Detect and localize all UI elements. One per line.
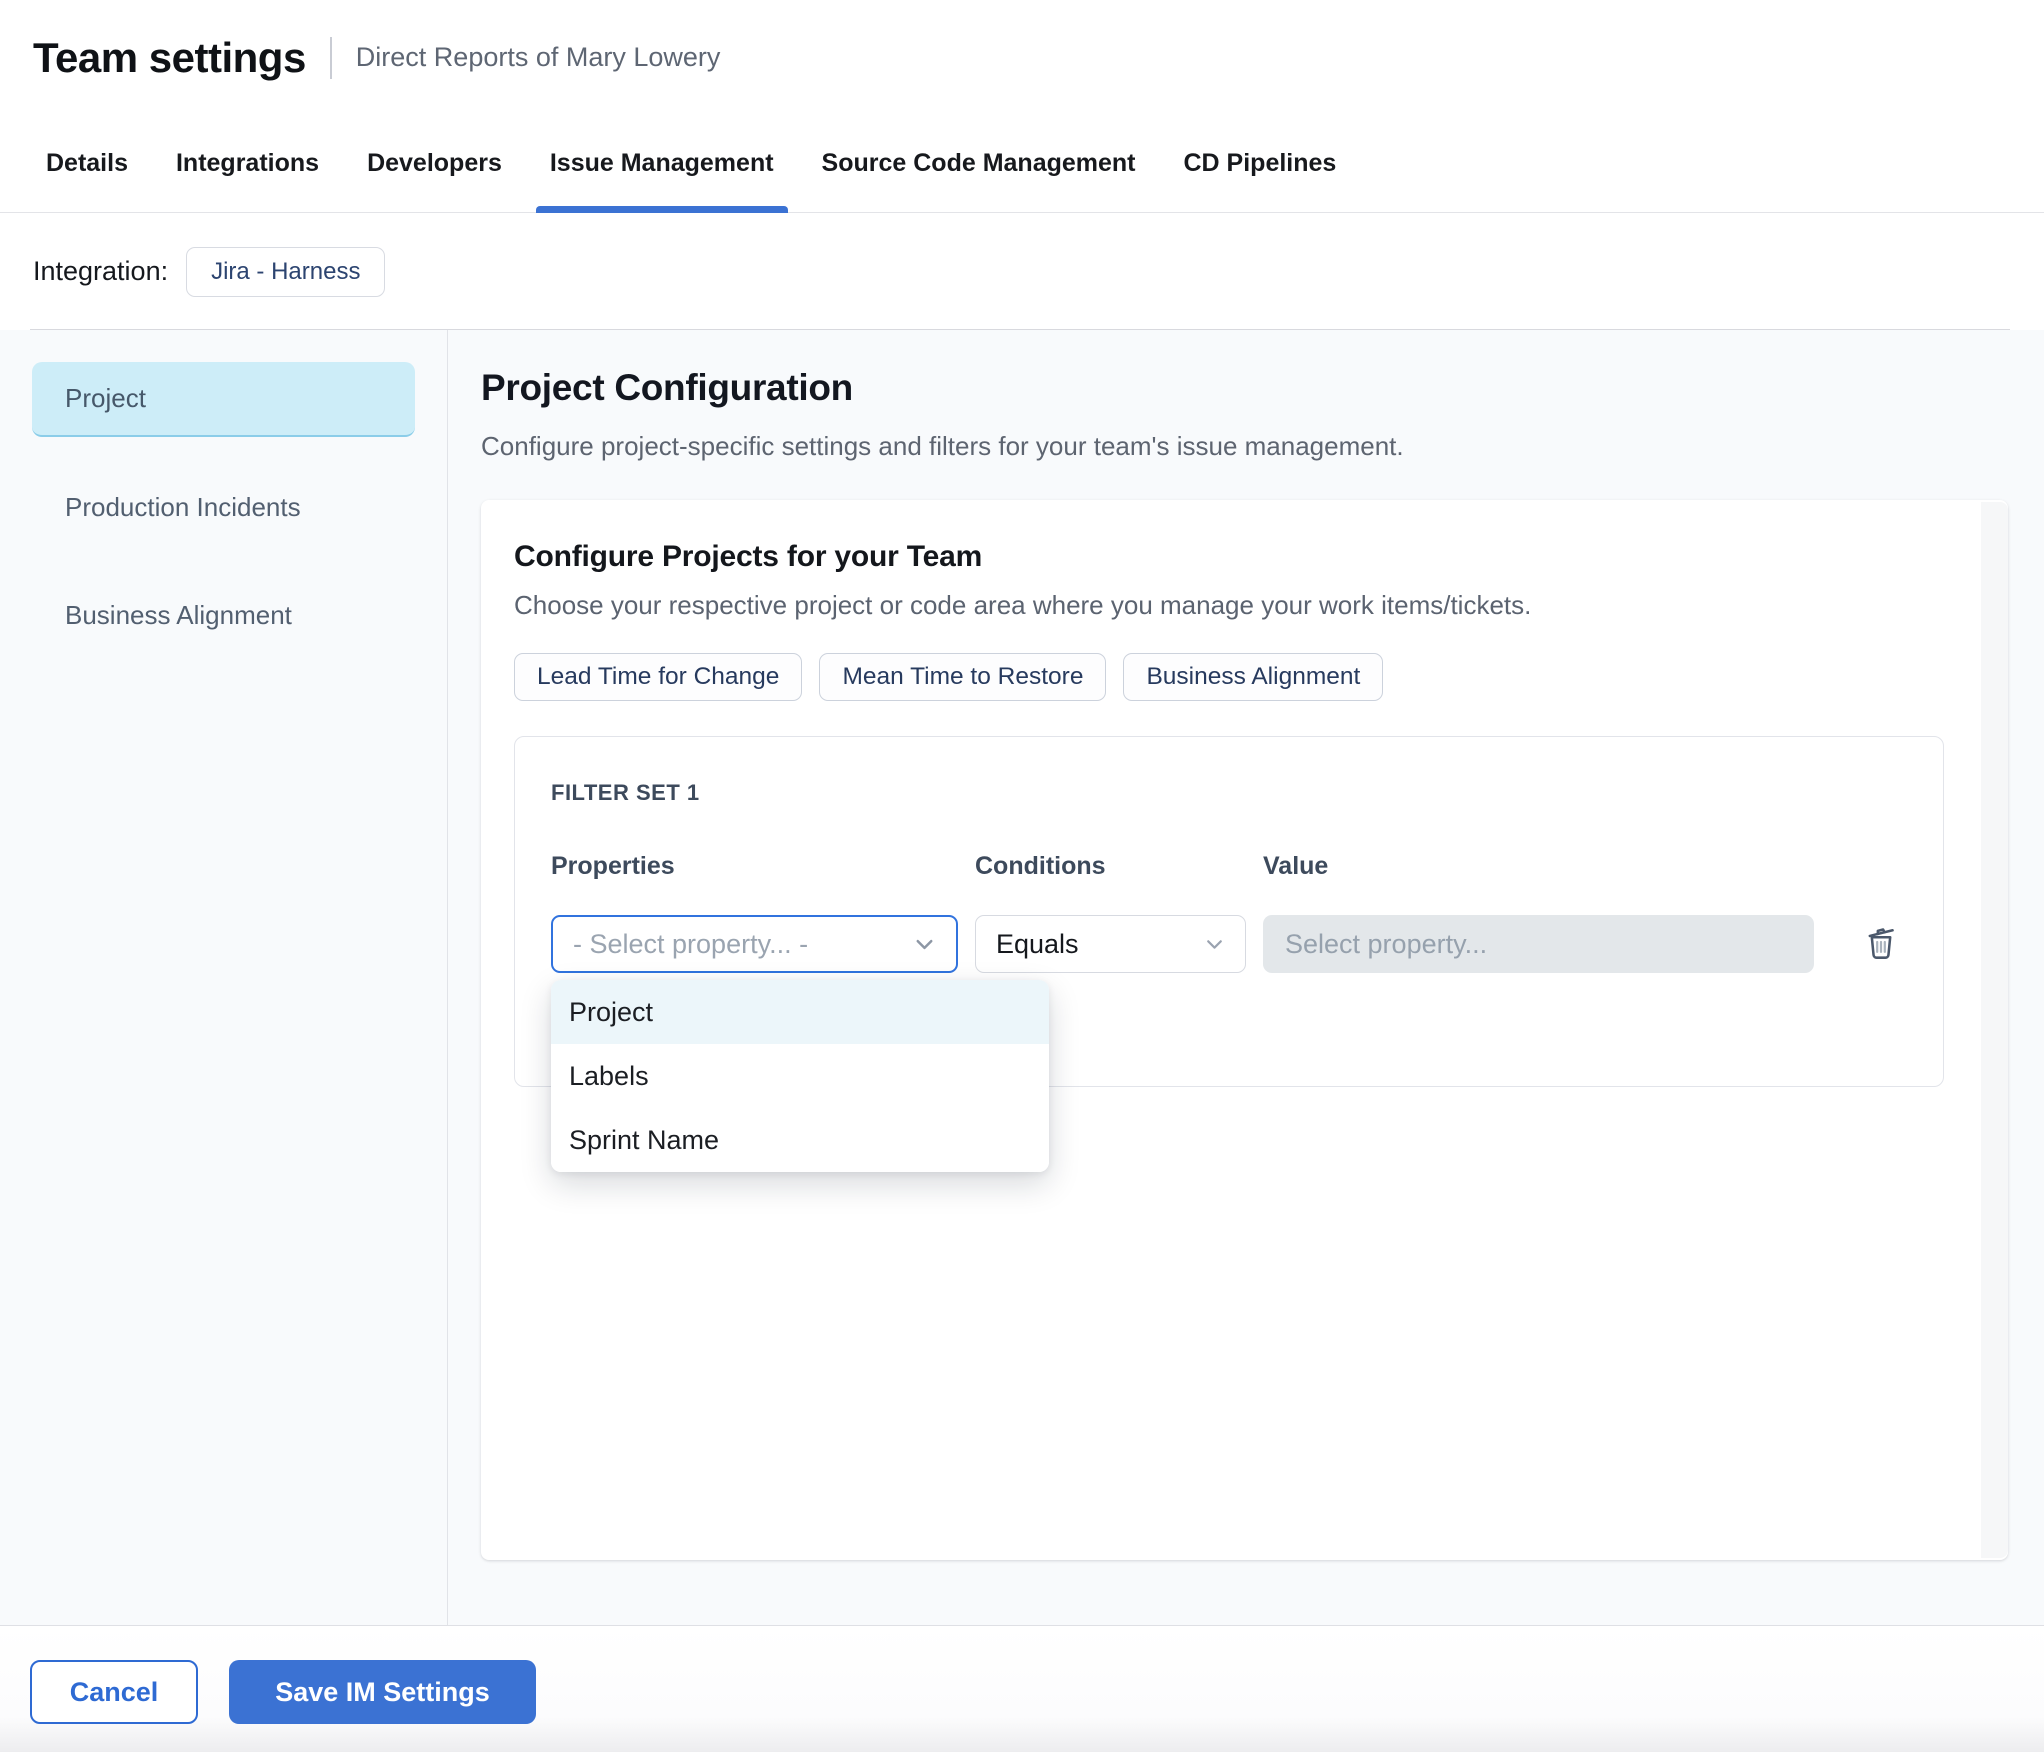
sidebar-item-project[interactable]: Project	[32, 362, 415, 437]
sidebar-item-production-incidents[interactable]: Production Incidents	[32, 470, 415, 545]
conditions-select-value: Equals	[996, 928, 1079, 959]
chip-business-alignment[interactable]: Business Alignment	[1123, 653, 1384, 701]
properties-select-placeholder: - Select property... -	[573, 928, 809, 959]
title-divider	[329, 36, 332, 79]
properties-select-wrapper: - Select property... - Project Labels Sp…	[551, 915, 1049, 1172]
filter-set-1: FILTER SET 1 Properties Conditions Value…	[514, 736, 1944, 1172]
tab-bar: Details Integrations Developers Issue Ma…	[0, 115, 2044, 213]
conditions-column-label: Conditions	[975, 852, 1106, 880]
delete-filter-button[interactable]	[1862, 922, 1900, 962]
card-title: Configure Projects for your Team	[514, 540, 983, 573]
tab-developers[interactable]: Developers	[353, 115, 516, 212]
settings-sidebar: Project Production Incidents Business Al…	[0, 330, 448, 1625]
integration-badge[interactable]: Jira - Harness	[186, 246, 386, 297]
conditions-select[interactable]: Equals	[975, 915, 1246, 973]
section-description: Configure project-specific settings and …	[481, 431, 1404, 461]
properties-dropdown: Project Labels Sprint Name	[551, 980, 1049, 1172]
dropdown-option-labels[interactable]: Labels	[551, 1044, 1049, 1108]
page-subtitle: Direct Reports of Mary Lowery	[355, 42, 721, 72]
filter-grid: Properties Conditions Value - Select pro…	[551, 852, 1907, 1172]
integration-row: Integration: Jira - Harness	[0, 213, 2044, 330]
main-panel: Project Configuration Configure project-…	[448, 330, 2044, 1625]
properties-select[interactable]: - Select property... -	[551, 915, 958, 973]
card-subtitle: Choose your respective project or code a…	[514, 590, 1532, 620]
integration-label: Integration:	[33, 256, 169, 286]
tab-cd-pipelines[interactable]: CD Pipelines	[1170, 115, 1351, 212]
configure-projects-card: Configure Projects for your Team Choose …	[481, 500, 2008, 1560]
tab-integrations[interactable]: Integrations	[162, 115, 333, 212]
card-scrollbar-track[interactable]	[1981, 502, 2008, 1558]
tab-source-code-management[interactable]: Source Code Management	[808, 115, 1150, 212]
chip-lead-time-for-change[interactable]: Lead Time for Change	[514, 653, 803, 701]
integration-divider	[30, 329, 2010, 330]
metric-chips-row: Lead Time for Change Mean Time to Restor…	[514, 653, 2008, 701]
page-header: Team settings Direct Reports of Mary Low…	[0, 0, 2044, 115]
value-column-label: Value	[1263, 852, 1329, 880]
chevron-down-icon	[911, 931, 938, 958]
filter-row-actions	[1831, 922, 1907, 967]
dropdown-option-sprint-name[interactable]: Sprint Name	[551, 1108, 1049, 1172]
filter-set-title: FILTER SET 1	[551, 780, 700, 805]
tab-details[interactable]: Details	[32, 115, 142, 212]
footer-action-bar: Cancel Save IM Settings	[0, 1625, 2044, 1752]
dropdown-option-project[interactable]: Project	[551, 980, 1049, 1044]
value-input-cell	[1263, 915, 1814, 973]
cancel-button[interactable]: Cancel	[30, 1660, 198, 1724]
page-title: Team settings	[33, 33, 306, 81]
chip-mean-time-to-restore[interactable]: Mean Time to Restore	[819, 653, 1107, 701]
chevron-down-icon	[1202, 932, 1227, 957]
tab-issue-management[interactable]: Issue Management	[535, 115, 788, 213]
value-input[interactable]	[1263, 915, 1814, 973]
trash-icon	[1862, 922, 1900, 962]
save-im-settings-button[interactable]: Save IM Settings	[229, 1660, 536, 1724]
section-title: Project Configuration	[481, 367, 853, 408]
properties-column-label: Properties	[551, 852, 675, 880]
sidebar-item-business-alignment[interactable]: Business Alignment	[32, 578, 415, 653]
content-area: Project Production Incidents Business Al…	[0, 330, 2044, 1625]
